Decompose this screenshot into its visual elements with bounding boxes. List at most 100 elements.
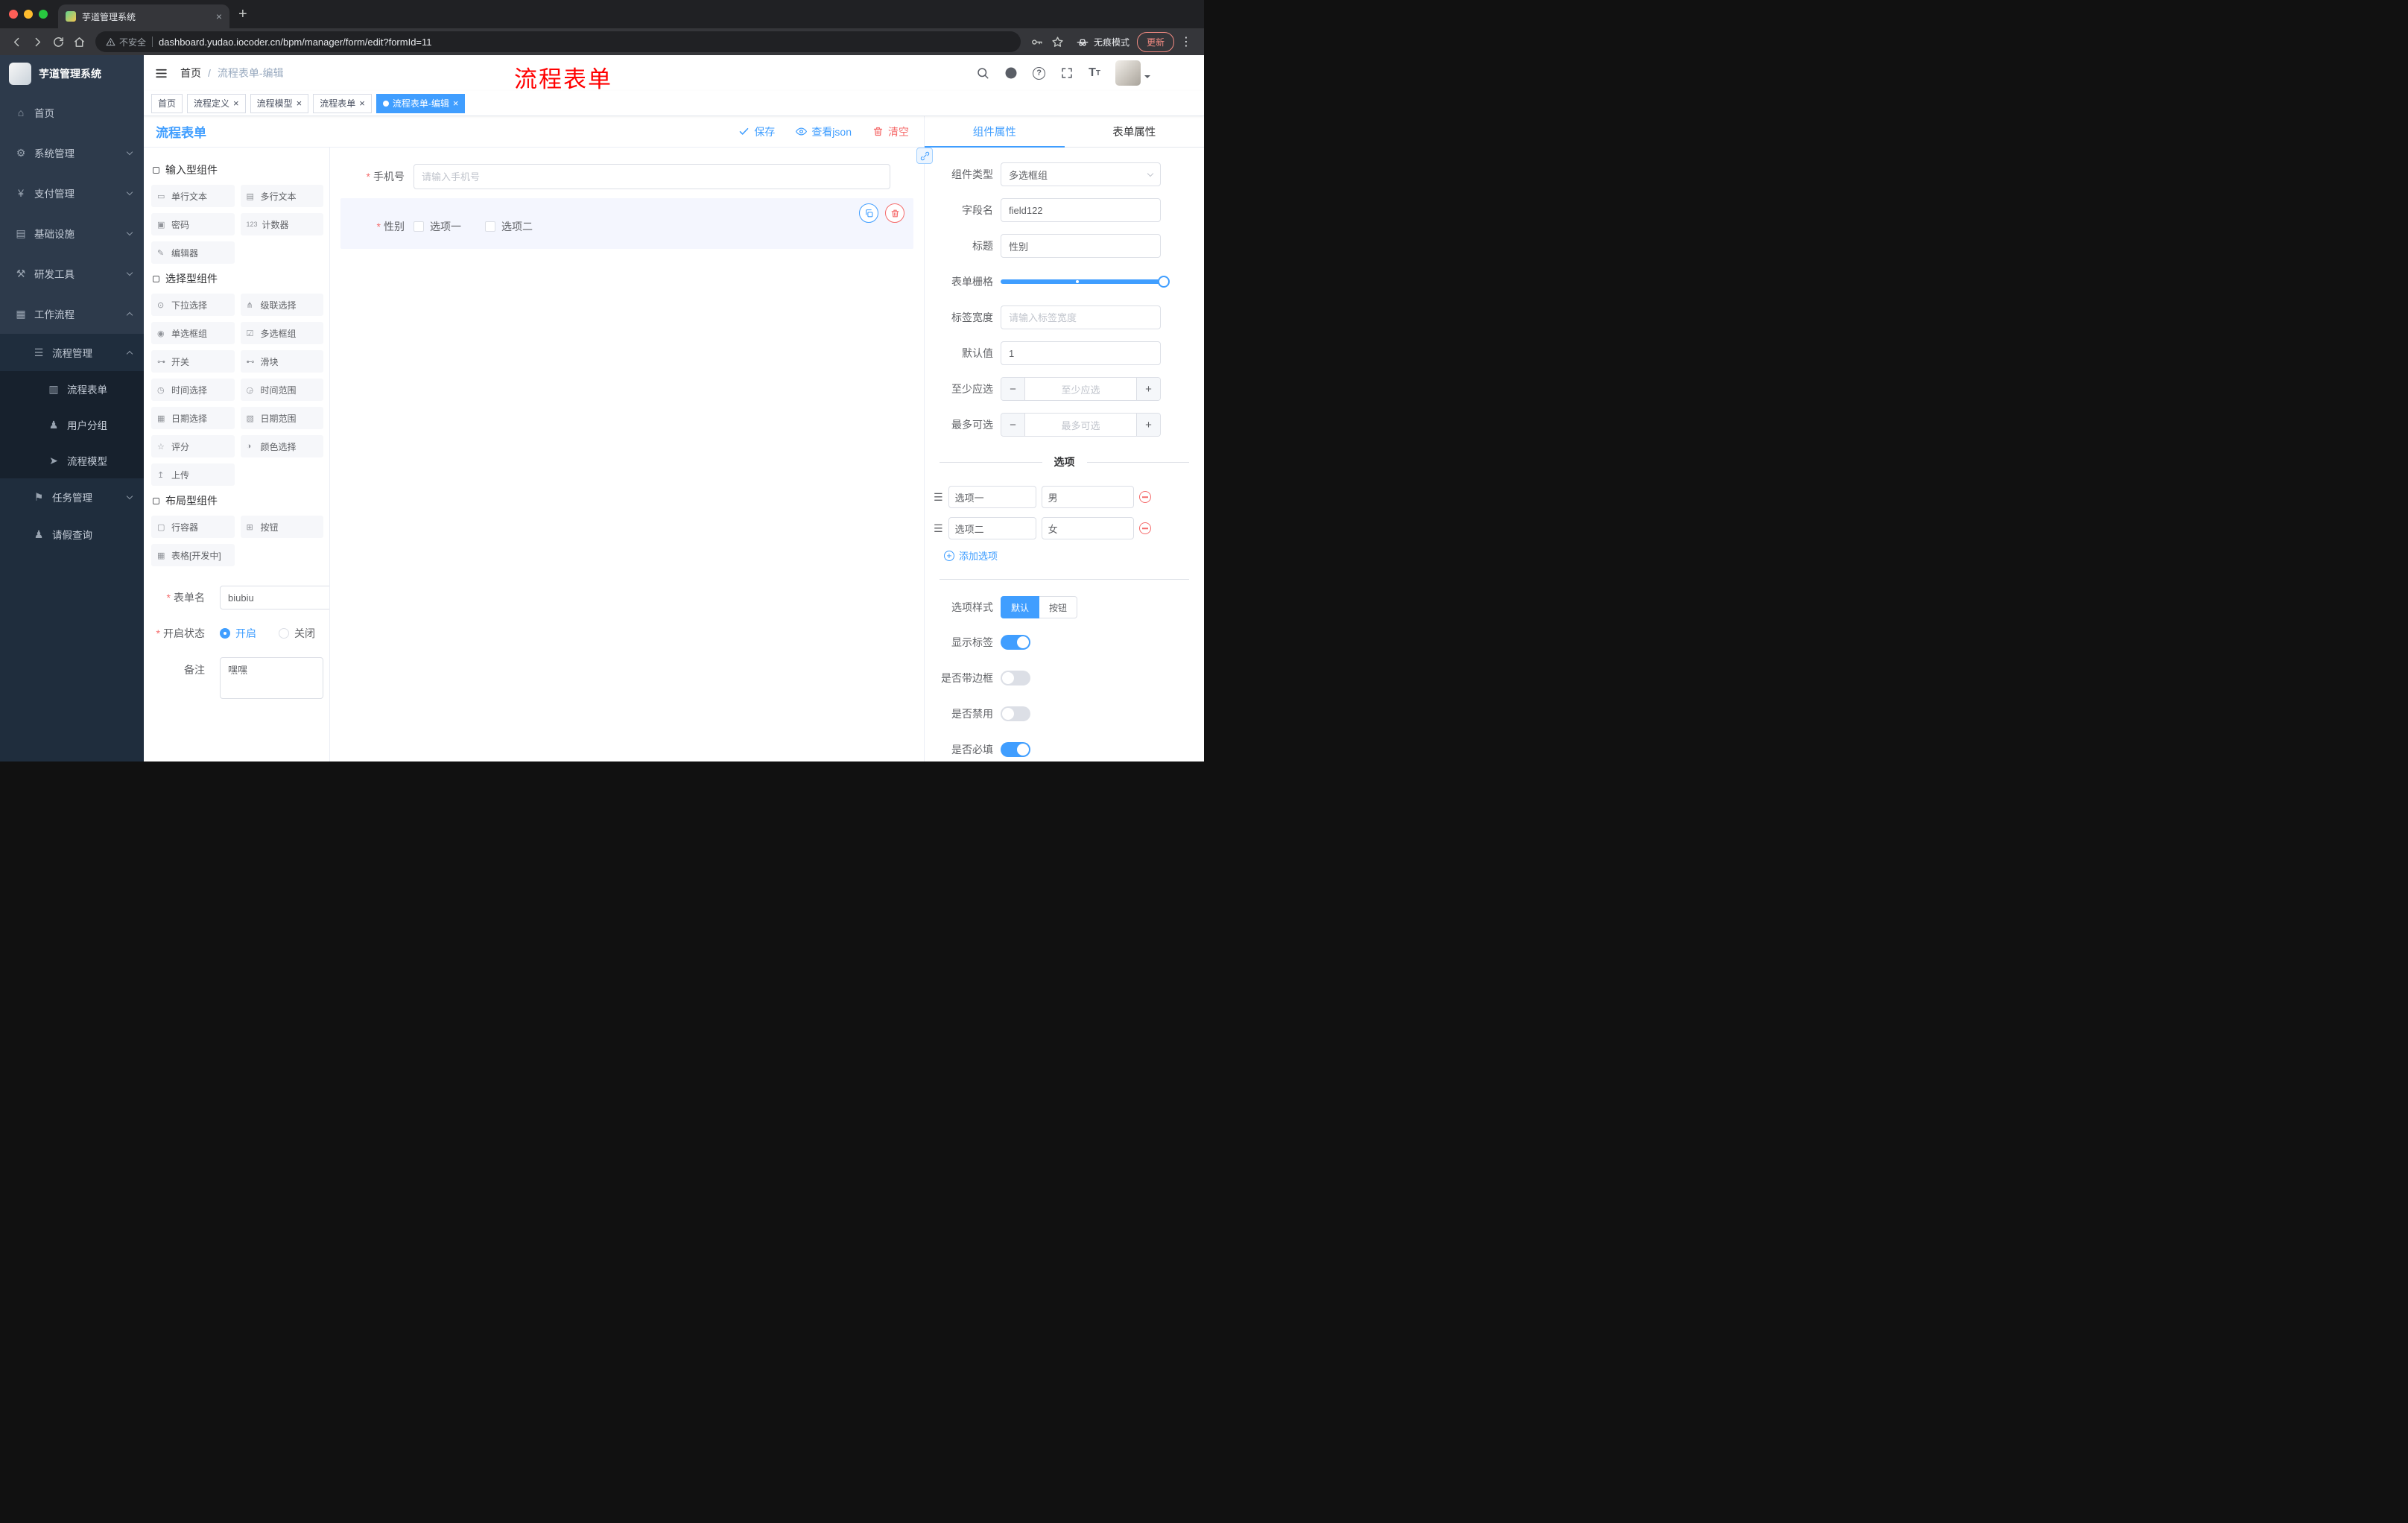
browser-tab[interactable]: 芋道管理系统 × [58,4,229,28]
phone-input[interactable] [414,164,890,189]
forward-icon[interactable] [27,31,48,52]
component-item[interactable]: ▧ 日期范围 [240,407,323,429]
close-window-button[interactable] [9,10,18,19]
not-secure-warning[interactable]: 不安全 [106,36,146,48]
drag-handle-icon[interactable]: ☰ [934,491,943,504]
remove-option-icon[interactable] [1138,522,1151,534]
component-item[interactable]: ✎ 编辑器 [151,241,235,264]
option-name-input[interactable] [948,486,1036,508]
save-button[interactable]: 保存 [738,124,775,139]
tagview-item[interactable]: 流程表单 × [313,93,372,113]
status-off-radio[interactable]: 关闭 [279,626,315,641]
link-icon[interactable] [916,148,933,164]
increase-button[interactable]: + [1136,378,1160,400]
show-label-switch[interactable] [1001,635,1030,650]
update-button[interactable]: 更新 [1136,31,1174,52]
view-json-button[interactable]: 查看json [796,124,852,139]
url-text[interactable]: dashboard.yudao.iocoder.cn/bpm/manager/f… [159,37,432,48]
phone-form-item[interactable]: 手机号 [340,164,913,189]
style-button-button[interactable]: 按钮 [1039,596,1078,618]
drag-handle-icon[interactable]: ☰ [934,522,943,535]
hamburger-icon[interactable] [154,66,168,80]
component-item[interactable]: ◉ 单选框组 [151,322,235,344]
component-item[interactable]: ◶ 时间范围 [240,379,323,401]
help-icon[interactable]: ? [1033,66,1046,80]
component-item[interactable]: ↥ 上传 [151,463,235,486]
remark-textarea[interactable]: 嘿嘿 [220,657,323,699]
tab-form-properties[interactable]: 表单属性 [1065,116,1205,147]
status-on-radio[interactable]: 开启 [220,626,256,641]
disabled-switch[interactable] [1001,706,1030,721]
component-item[interactable]: ☆ 评分 [151,435,235,457]
min-select-placeholder[interactable]: 至少应选 [1025,378,1136,400]
gender-option-2-checkbox[interactable]: 选项二 [485,219,533,234]
form-name-input[interactable] [220,586,329,609]
fullscreen-icon[interactable] [1060,66,1074,80]
user-avatar[interactable] [1115,60,1150,86]
github-icon[interactable] [1004,66,1018,80]
sidebar-item-leave-query[interactable]: ♟ 请假查询 [0,516,144,553]
sidebar-item-workflow[interactable]: ▦ 工作流程 [0,294,144,334]
add-option-button[interactable]: 添加选项 [944,548,1189,563]
delete-component-button[interactable] [885,203,904,223]
close-icon[interactable]: × [233,98,239,108]
title-input[interactable] [1001,234,1161,258]
tab-component-properties[interactable]: 组件属性 [925,116,1065,148]
field-name-input[interactable] [1001,198,1161,222]
remove-option-icon[interactable] [1138,491,1151,503]
decrease-button[interactable]: − [1001,414,1025,436]
clear-button[interactable]: 清空 [872,124,909,139]
component-item[interactable]: ▦ 表格[开发中] [151,544,235,566]
minimize-window-button[interactable] [24,10,33,19]
search-icon[interactable] [976,66,989,80]
tagview-item[interactable]: 流程定义 × [187,93,246,113]
slider-handle[interactable] [1158,276,1170,288]
close-icon[interactable]: × [297,98,302,108]
maximize-window-button[interactable] [39,10,48,19]
component-item[interactable]: ☑ 多选框组 [240,322,323,344]
label-width-input[interactable] [1001,305,1161,329]
component-item[interactable]: ◑ 颜色选择 [240,435,323,457]
sidebar-item-task-management[interactable]: ⚑ 任务管理 [0,478,144,516]
option-value-input[interactable] [1041,517,1134,539]
close-icon[interactable]: × [359,98,365,108]
option-value-input[interactable] [1041,486,1134,508]
form-grid-slider[interactable] [1001,270,1170,294]
tagview-item-active[interactable]: 流程表单-编辑 × [376,93,466,113]
selected-component[interactable]: 性别 选项一 选项二 [340,198,913,249]
sidebar-item-infrastructure[interactable]: ▤ 基础设施 [0,213,144,253]
tab-close-icon[interactable]: × [216,10,222,22]
tagview-item[interactable]: 流程模型 × [250,93,309,113]
component-item[interactable]: ◷ 时间选择 [151,379,235,401]
component-type-select[interactable]: 多选框组 [1001,162,1161,186]
sidebar-item-user-group[interactable]: ♟ 用户分组 [0,407,144,443]
home-icon[interactable] [69,31,89,52]
sidebar-item-dev-tools[interactable]: ⚒ 研发工具 [0,253,144,294]
component-item[interactable]: ▭ 单行文本 [151,185,235,207]
form-canvas[interactable]: 手机号 [330,148,924,762]
component-item[interactable]: ▣ 密码 [151,213,235,235]
bookmark-star-icon[interactable] [1048,31,1068,52]
sidebar-item-process-form[interactable]: ▥ 流程表单 [0,371,144,407]
increase-button[interactable]: + [1136,414,1160,436]
component-item[interactable]: ▤ 多行文本 [240,185,323,207]
gender-option-1-checkbox[interactable]: 选项一 [414,219,461,234]
font-size-icon[interactable]: TT [1089,66,1100,80]
default-value-input[interactable] [1001,341,1161,365]
copy-component-button[interactable] [859,203,878,223]
max-select-placeholder[interactable]: 最多可选 [1025,414,1136,436]
component-item[interactable]: 123 计数器 [240,213,323,235]
component-item[interactable]: ⊷ 滑块 [240,350,323,373]
browser-menu-icon[interactable]: ⋮ [1180,34,1192,49]
tagview-item[interactable]: 首页 [151,93,183,113]
sidebar-item-home[interactable]: ⌂ 首页 [0,92,144,133]
new-tab-button[interactable]: + [238,6,247,23]
component-item[interactable]: ⊶ 开关 [151,350,235,373]
component-item[interactable]: ⊙ 下拉选择 [151,294,235,316]
close-icon[interactable]: × [453,98,459,108]
style-default-button[interactable]: 默认 [1001,596,1040,618]
component-item[interactable]: ▢ 行容器 [151,516,235,538]
address-bar[interactable]: 不安全 dashboard.yudao.iocoder.cn/bpm/manag… [95,31,1021,52]
decrease-button[interactable]: − [1001,378,1025,400]
breadcrumb-home[interactable]: 首页 [180,66,201,80]
